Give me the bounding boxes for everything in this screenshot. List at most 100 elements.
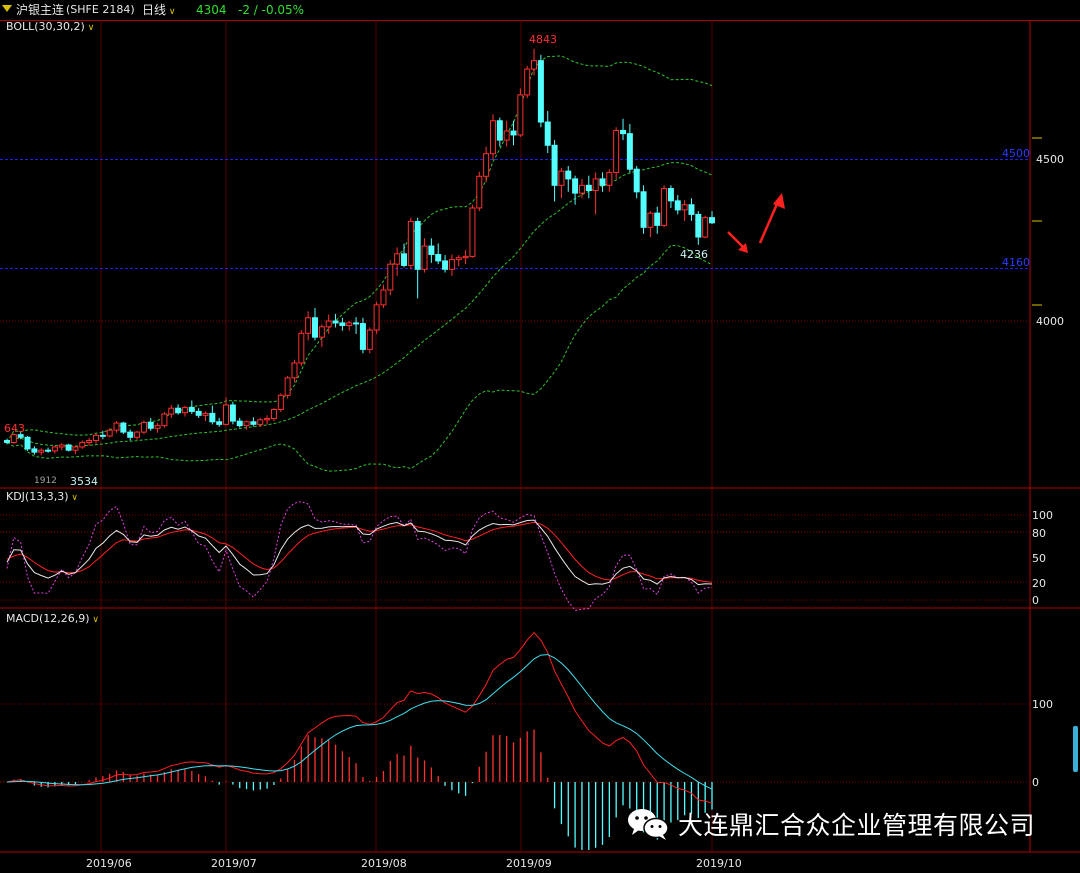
candle-body [578,184,585,194]
candle-body [291,362,298,379]
candle-body [79,441,86,448]
chevron-down-icon: ∨ [166,7,176,17]
low-price-marker: 4236 [680,248,708,261]
candle-body [551,144,558,186]
candle-body [134,431,141,438]
kdj-tick-0: 0 [1032,594,1039,607]
chevron-down-icon: ∨ [68,493,78,503]
candle-body [709,217,715,224]
candle-body [209,412,216,423]
candle-body [565,170,572,180]
up-arrow-shaft [758,203,779,244]
symbol-dropdown-icon[interactable] [2,5,12,12]
candle-body [223,404,230,425]
candle-body [626,133,633,170]
hline-label-4500: 4500 [1002,147,1030,160]
candle-body [407,221,414,266]
down-arrow-shaft [727,231,745,249]
candle-body [243,421,250,427]
date-label-2019-10: 2019/10 [696,857,742,870]
candle-body [339,322,346,327]
candle-body [620,129,627,135]
boll-lower-line [6,244,713,472]
candle-body [606,171,613,186]
candle-body [531,60,538,70]
candle-body [113,422,120,431]
right-scrollbar[interactable] [1073,726,1078,772]
candle-body [469,207,476,257]
candle-body [654,212,661,226]
candle-body [270,409,277,420]
candle-body [10,434,17,443]
candle-series [4,48,715,456]
grid-layer [0,20,1080,853]
kdj-tick-80: 80 [1032,527,1046,540]
candle-body [236,420,243,427]
boll-middle-line [6,162,713,447]
kdj-k-line [6,519,713,586]
candle-body [305,317,312,334]
candle-body [544,121,551,146]
boll-indicator-label[interactable]: BOLL(30,30,2) ∨ [6,20,94,33]
candle-body [51,446,58,452]
watermark: 大连鼎汇合众企业管理有限公司 [626,806,1035,842]
kdj-lines [6,501,713,612]
candle-body [332,320,339,324]
candle-body [99,434,106,437]
candle-body [346,322,353,327]
period-label: 日线 [142,3,167,17]
candle-body [667,188,674,202]
chart-header: 沪银主连 (SHFE 2184) 日线 ∨ 4304 -2 / -0.05% [0,0,1080,20]
candle-body [640,191,647,228]
annotation-arrows [727,193,785,253]
chart-canvas[interactable] [0,0,1080,873]
kdj-tick-100: 100 [1032,509,1053,522]
candle-body [298,332,305,364]
candle-body [72,446,79,451]
candle-body [428,245,435,255]
candle-body [421,245,428,270]
exchange-code: (SHFE 2184) [66,3,135,16]
date-label-2019-08: 2019/08 [361,857,407,870]
candle-body [688,204,695,215]
symbol-name[interactable]: 沪银主连 [16,0,64,20]
candle-body [161,413,168,427]
period-selector[interactable]: 日线 ∨ [142,0,175,22]
candle-body [168,407,175,415]
candle-body [195,410,202,416]
candle-body [140,421,147,433]
candle-body [448,259,455,270]
candle-body [489,120,496,155]
watermark-company-text: 大连鼎汇合众企业管理有限公司 [678,811,1036,840]
candle-body [592,178,599,192]
candle-body [585,184,592,192]
candle-body [188,407,195,412]
boll-upper-line [6,55,713,443]
candle-body [127,431,134,438]
candle-body [442,260,449,270]
candle-body [496,120,503,141]
candle-body [476,175,483,209]
date-label-2019-09: 2019/09 [506,857,552,870]
boll-label-text: BOLL(30,30,2) [6,20,85,33]
chevron-down-icon: ∨ [84,23,95,33]
candle-body [257,419,264,425]
candle-body [524,68,531,96]
candle-body [435,253,442,262]
candle-body [65,444,72,451]
candle-body [86,440,93,443]
candle-body [380,289,387,306]
candle-body [558,170,565,186]
candle-body [681,204,688,211]
candle-body [312,317,319,338]
candle-body [31,448,38,453]
kdj-indicator-label[interactable]: KDJ(13,3,3) ∨ [6,490,78,503]
high-price-marker: 4843 [529,33,557,46]
kdj-d-line [6,521,713,583]
kdj-label-text: KDJ(13,3,3) [6,490,69,503]
macd-series [6,631,713,850]
candle-body [318,326,325,338]
macd-indicator-label[interactable]: MACD(12,26,9) ∨ [6,612,99,625]
bottom-price-marker: 3534 [70,475,98,488]
candle-body [353,322,360,325]
